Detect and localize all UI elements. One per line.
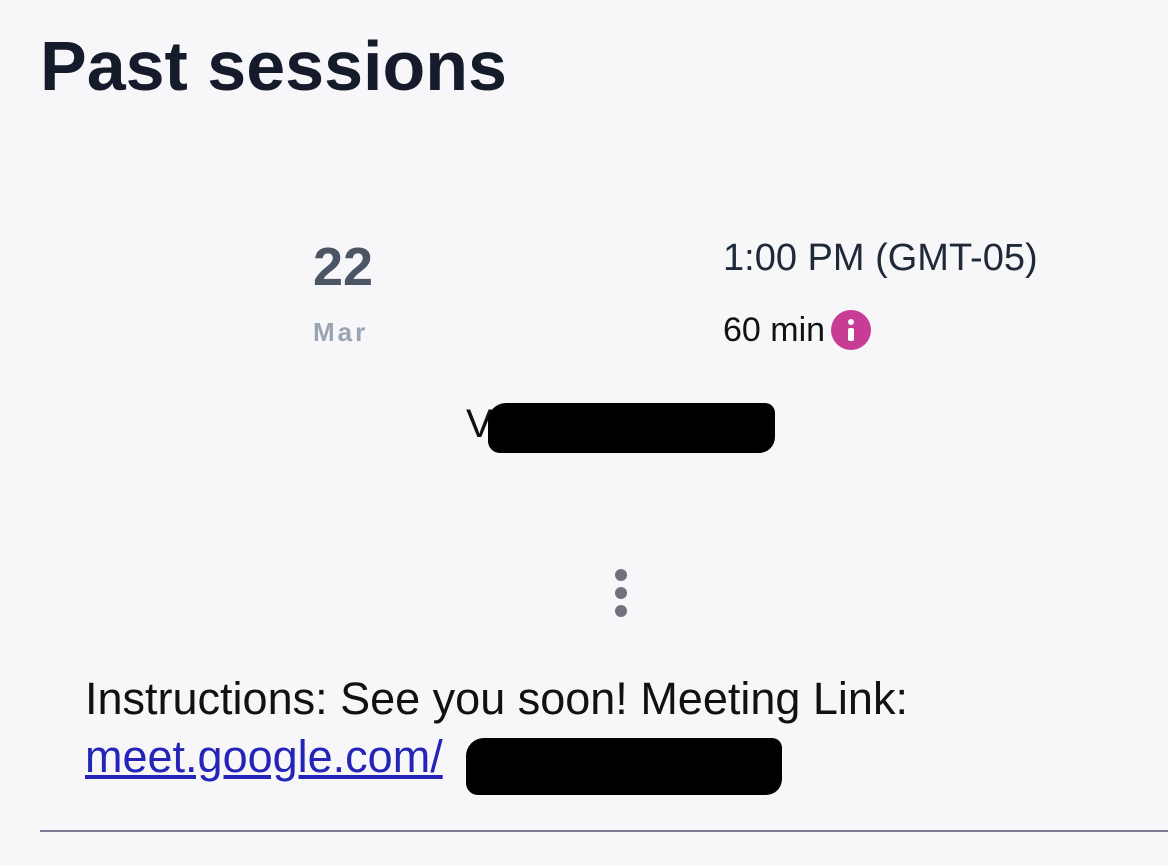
redacted-meeting-link (466, 738, 782, 795)
more-options-button[interactable] (606, 565, 636, 623)
more-vertical-icon (615, 605, 627, 617)
more-vertical-icon (615, 569, 627, 581)
session-time: 1:00 PM (GMT-05) (723, 237, 1038, 279)
session-card: 22 Mar 1:00 PM (GMT-05) 60 min V Instruc… (0, 0, 1168, 865)
session-instructions: Instructions: See you soon! Meeting Link… (85, 673, 908, 724)
meeting-link[interactable]: meet.google.com/ (85, 728, 443, 787)
duration-text: 60 min (723, 311, 826, 349)
session-duration: 60 min (723, 310, 872, 351)
session-month: Mar (313, 317, 369, 347)
divider (40, 830, 1168, 832)
session-day: 22 (313, 237, 374, 297)
redacted-attendee-name (488, 403, 775, 453)
more-vertical-icon (615, 587, 627, 599)
info-icon[interactable] (831, 310, 872, 351)
